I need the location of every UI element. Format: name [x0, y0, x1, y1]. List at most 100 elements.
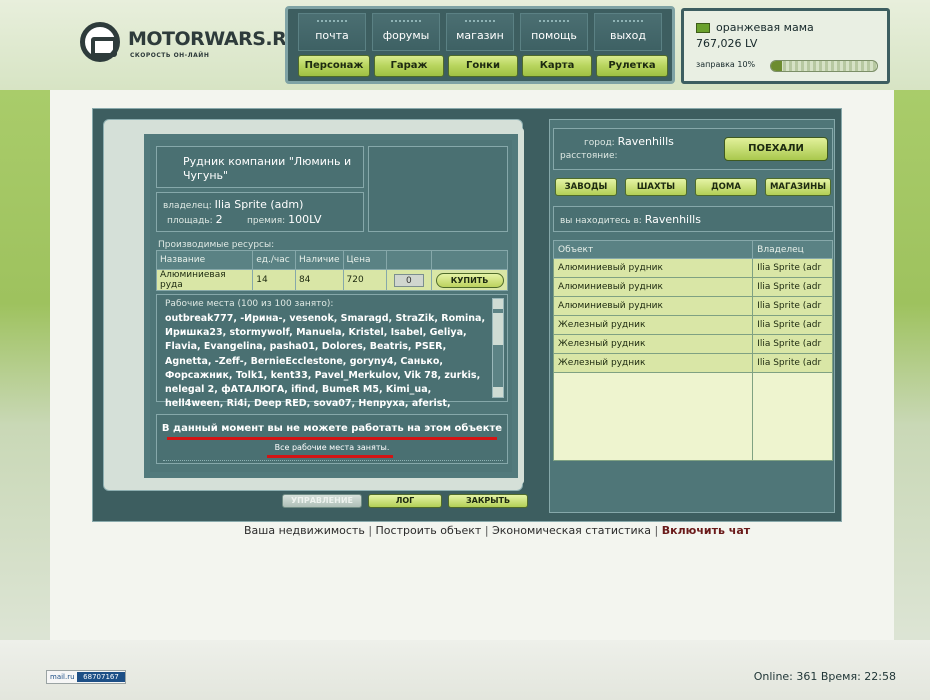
- fuel-progress-bar: [770, 60, 878, 72]
- col-qty: [385, 250, 433, 270]
- logo-wheel-icon: [80, 22, 120, 62]
- nav-garage-button[interactable]: Гараж: [374, 55, 444, 77]
- nav-character-button[interactable]: Персонаж: [298, 55, 370, 77]
- nav-logout[interactable]: выход: [594, 13, 662, 51]
- online-status: Online: 361 Время: 22:58: [753, 670, 896, 683]
- link-stats[interactable]: Экономическая статистика: [492, 524, 651, 537]
- site-logo[interactable]: MOTORWARS.RU СКОРОСТЬ ОН-ЛАЙН: [80, 22, 302, 66]
- table-row[interactable]: Железный рудник Ilia Sprite (adr: [552, 334, 833, 354]
- bonus-value: 100LV: [288, 213, 322, 226]
- resource-name: Алюминиевая руда: [155, 269, 254, 291]
- buy-button[interactable]: КУПИТЬ: [435, 272, 504, 288]
- table-row[interactable]: Железный рудник Ilia Sprite (adr: [552, 315, 833, 335]
- main-navigation: почта форумы магазин помощь выход Персон…: [285, 6, 675, 84]
- nav-shop[interactable]: магазин: [446, 13, 514, 51]
- user-info-panel: оранжевая мама 767,026 LV заправка 10%: [681, 8, 890, 84]
- object-name[interactable]: Железный рудник: [552, 353, 754, 373]
- tab-houses[interactable]: ДОМА: [695, 178, 757, 196]
- building-actions: УПРАВЛЕНИЕ ЛОГ ЗАКРЫТЬ: [282, 494, 532, 510]
- area-value: 2: [215, 213, 223, 226]
- warning-divider: [163, 460, 503, 461]
- resource-buy-cell: КУПИТЬ: [431, 269, 508, 291]
- nav-races-button[interactable]: Гонки: [448, 55, 518, 77]
- bonus-label: премия:: [247, 216, 286, 226]
- table-row[interactable]: Алюминиевый рудник Ilia Sprite (adr: [552, 296, 833, 316]
- col-name: Название: [155, 250, 254, 270]
- link-build[interactable]: Построить объект: [376, 524, 482, 537]
- object-owner[interactable]: Ilia Sprite (adr: [752, 258, 833, 278]
- objects-table: Объект Владелец Алюминиевый рудник Ilia …: [552, 240, 833, 461]
- object-owner[interactable]: Ilia Sprite (adr: [752, 277, 833, 297]
- object-owner[interactable]: Ilia Sprite (adr: [752, 296, 833, 316]
- location-box: вы находитесь в: Ravenhills: [553, 206, 833, 232]
- object-name[interactable]: Алюминиевый рудник: [552, 258, 754, 278]
- resource-qty-cell: 0: [385, 269, 433, 291]
- building-info-box: владелец: Ilia Sprite (adm) площадь: 2 п…: [156, 192, 364, 232]
- location-value: Ravenhills: [644, 213, 701, 226]
- user-flag-icon: [696, 23, 710, 33]
- object-owner[interactable]: Ilia Sprite (adr: [752, 315, 833, 335]
- warning-sub-underline: [267, 455, 393, 458]
- tab-factories[interactable]: ЗАВОДЫ: [555, 178, 617, 196]
- logo-text: MOTORWARS.RU: [128, 28, 302, 50]
- link-separator: |: [654, 524, 659, 537]
- building-panel-frame: Рудник компании "Люминь и Чугунь" владел…: [103, 119, 528, 508]
- object-name[interactable]: Железный рудник: [552, 315, 754, 335]
- owner-value[interactable]: Ilia Sprite (adm): [215, 198, 304, 211]
- area-row: площадь: 2: [167, 213, 223, 226]
- scroll-up-icon[interactable]: [493, 299, 503, 309]
- object-owner[interactable]: Ilia Sprite (adr: [752, 353, 833, 373]
- link-enable-chat[interactable]: Включить чат: [662, 524, 750, 537]
- table-row[interactable]: Алюминиевый рудник Ilia Sprite (adr: [552, 258, 833, 278]
- scroll-down-icon[interactable]: [493, 387, 503, 397]
- nav-bottom-row: Персонаж Гараж Гонки Карта Рулетка: [296, 55, 670, 79]
- col-owner: Владелец: [752, 240, 833, 259]
- warning-underline: [167, 437, 497, 440]
- object-name[interactable]: Алюминиевый рудник: [552, 277, 754, 297]
- objects-header-row: Объект Владелец: [552, 240, 833, 259]
- table-row[interactable]: Алюминиевый рудник Ilia Sprite (adr: [552, 277, 833, 297]
- mailru-counter-badge[interactable]: mail.ru 68707167: [46, 670, 126, 684]
- log-button[interactable]: ЛОГ: [368, 494, 442, 508]
- mailru-label: mail.ru: [50, 673, 75, 681]
- object-name[interactable]: Железный рудник: [552, 334, 754, 354]
- col-stock: Наличие: [294, 250, 344, 270]
- quantity-input[interactable]: 0: [393, 273, 424, 287]
- workers-title: Рабочие места (100 из 100 занято):: [165, 299, 334, 309]
- tab-shops[interactable]: МАГАЗИНЫ: [765, 178, 831, 196]
- scroll-thumb[interactable]: [493, 313, 503, 345]
- city-label: город:: [584, 138, 615, 148]
- object-owner[interactable]: Ilia Sprite (adr: [752, 334, 833, 354]
- close-button[interactable]: ЗАКРЫТЬ: [448, 494, 528, 508]
- col-per-hour: ед./час: [252, 250, 296, 270]
- resource-stock: 84: [294, 269, 344, 291]
- location-row: вы находитесь в: Ravenhills: [560, 213, 701, 226]
- go-button[interactable]: ПОЕХАЛИ: [724, 137, 828, 161]
- object-name[interactable]: Алюминиевый рудник: [552, 296, 754, 316]
- warning-submessage: Все рабочие места заняты.: [274, 443, 390, 452]
- mailru-counter: 68707167: [77, 672, 125, 682]
- link-realty[interactable]: Ваша недвижимость: [244, 524, 365, 537]
- resources-header-row: Название ед./час Наличие Цена: [155, 250, 508, 270]
- nav-map-button[interactable]: Карта: [522, 55, 592, 77]
- city-info-box: город: Ravenhills расстояние: ПОЕХАЛИ: [553, 128, 833, 170]
- owner-label: владелец:: [163, 201, 212, 211]
- category-tabs: ЗАВОДЫ ШАХТЫ ДОМА МАГАЗИНЫ: [553, 178, 833, 200]
- workers-scrollbar[interactable]: [492, 298, 504, 398]
- nav-top-row: почта форумы магазин помощь выход: [298, 13, 664, 51]
- building-panel-contents: Рудник компании "Люминь и Чугунь" владел…: [150, 140, 512, 472]
- empty-cell: [752, 372, 833, 461]
- user-name[interactable]: оранжевая мама: [716, 21, 814, 34]
- manage-button[interactable]: УПРАВЛЕНИЕ: [282, 494, 362, 508]
- fuel-label: заправка 10%: [696, 60, 756, 69]
- nav-mail[interactable]: почта: [298, 13, 366, 51]
- table-row[interactable]: Железный рудник Ilia Sprite (adr: [552, 353, 833, 373]
- nav-forums[interactable]: форумы: [372, 13, 440, 51]
- warning-box: В данный момент вы не можете работать на…: [156, 414, 508, 464]
- nav-help[interactable]: помощь: [520, 13, 588, 51]
- workers-list: outbreak777, -Ирина-, vesenok, Smaragd, …: [165, 313, 486, 410]
- user-money: 767,026 LV: [696, 37, 758, 50]
- tab-mines[interactable]: ШАХТЫ: [625, 178, 687, 196]
- area-label: площадь:: [167, 216, 213, 226]
- nav-roulette-button[interactable]: Рулетка: [596, 55, 668, 77]
